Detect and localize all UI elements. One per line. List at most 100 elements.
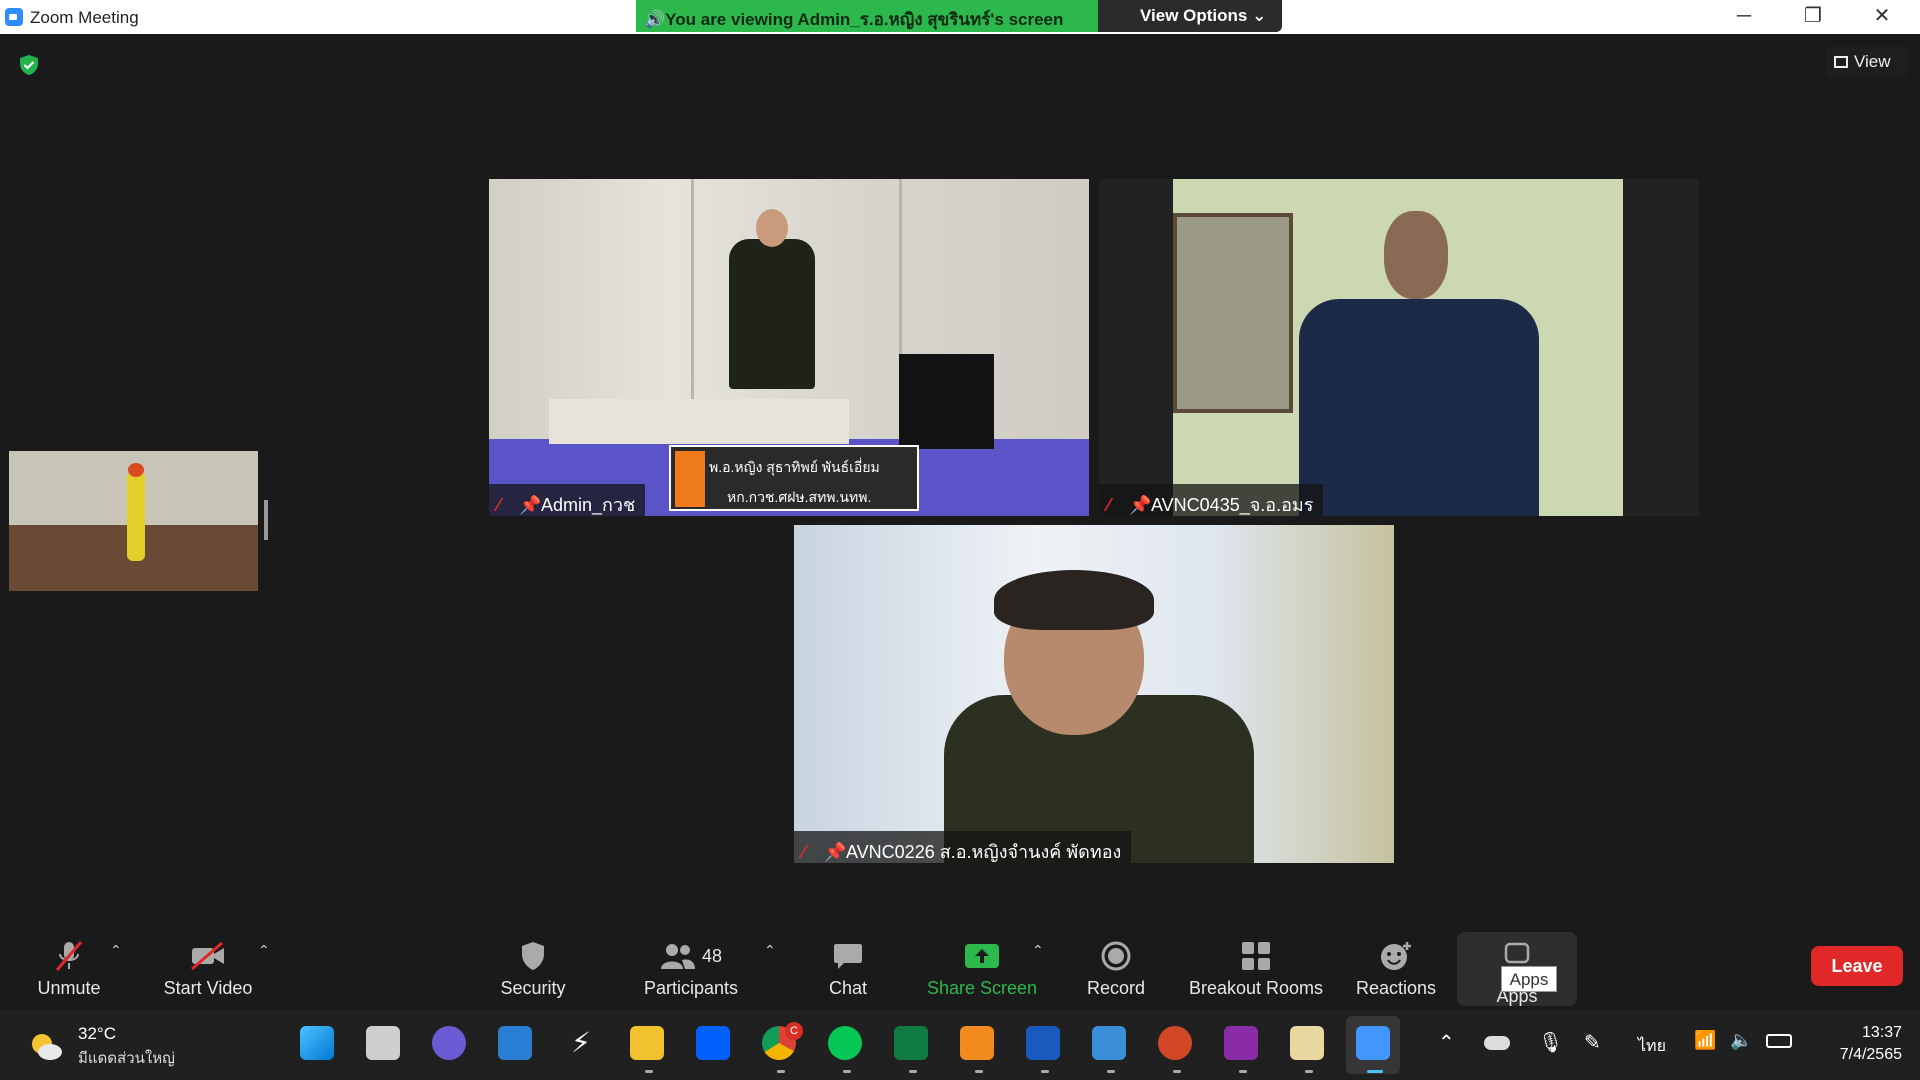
leave-button[interactable]: Leave [1811,946,1903,986]
mail-icon[interactable] [498,1026,532,1060]
windows-taskbar: 32°C มีแดดส่วนใหญ่ ⚡ C ⌃ 🎙 ✎ ไทย 📶 🔈 13:… [0,1010,1920,1080]
chat-bubble-icon [834,944,862,969]
share-screen-button[interactable]: Share Screen [926,936,1038,999]
archive-app-icon[interactable] [1290,1026,1324,1060]
start-video-button[interactable]: Start Video [158,936,258,999]
file-explorer-icon[interactable] [630,1026,664,1060]
apps-tooltip: Apps [1501,966,1557,992]
apps-icon [1504,942,1530,964]
security-button[interactable]: Security [498,936,568,999]
task-view-icon[interactable] [366,1026,400,1060]
video-off-icon [191,941,224,971]
grid-icon [1834,56,1848,68]
excel-icon[interactable] [894,1026,928,1060]
video-tile-admin[interactable]: พ.อ.หญิง สุธาทิพย์ พันธ์เอี่ยม หก.กวช.ศฝ… [489,179,1089,516]
office-chair [899,354,994,449]
person-figure [1299,299,1539,516]
dropbox-icon[interactable] [696,1026,730,1060]
participants-icon [660,944,695,969]
audio-options-caret[interactable]: ⌃ [110,942,122,959]
video-tile-avnc0435[interactable]: ⁄ 📌AVNC0435_จ.อ.อมร [1099,179,1699,516]
view-layout-button[interactable]: View [1826,46,1908,78]
video-tile-avnc0226[interactable]: ⁄ 📌AVNC0226 ส.อ.หญิงจำนงค์ พัดทอง [794,525,1394,863]
record-button[interactable]: Record [1082,936,1150,999]
viewing-screen-label: 🔊You are viewing Admin_ร.อ.หญิง สุขรินทร… [636,0,1098,32]
participant-name: AVNC0435_จ.อ.อมร [1151,495,1314,515]
mic-muted-icon: ⁄ [497,495,501,515]
reactions-button[interactable]: Reactions [1354,936,1438,999]
word-icon[interactable] [1026,1026,1060,1060]
unmute-button[interactable]: Unmute [28,936,110,999]
participants-options-caret[interactable]: ⌃ [764,942,776,959]
line-app-icon[interactable] [828,1026,862,1060]
apps-button[interactable]: Apps Apps [1457,932,1577,1006]
media-player-icon[interactable] [960,1026,994,1060]
teams-chat-icon[interactable] [432,1026,466,1060]
security-shield-icon [522,942,544,970]
chat-button[interactable]: Chat [818,936,878,999]
participant-name: AVNC0226 ส.อ.หญิงจำนงค์ พัดทอง [846,842,1122,862]
windows-start-icon[interactable] [300,1026,334,1060]
speaker-icon[interactable]: 🔈 [1730,1030,1752,1051]
participants-label: Participants [643,978,739,998]
restore-button[interactable]: ❐ [1779,0,1847,34]
mic-muted-icon: ⁄ [802,842,806,862]
active-app-highlight [1346,1016,1400,1074]
share-screen-icon [965,944,999,968]
pen-tray-icon[interactable]: ✎ [1584,1030,1601,1055]
powerpoint-icon[interactable] [1158,1026,1192,1060]
minimize-button[interactable]: ─ [1710,0,1778,34]
chat-label: Chat [828,978,868,998]
zoom-app-icon [5,8,23,26]
clock-date[interactable]: 7/4/2565 [1814,1046,1902,1064]
lower-third-caption: พ.อ.หญิง สุธาทิพย์ พันธ์เอี่ยม หก.กวช.ศฝ… [669,445,919,511]
caption-line-1: พ.อ.หญิง สุธาทิพย์ พันธ์เอี่ยม [709,459,880,475]
view-label: View [1854,52,1891,71]
start-video-label: Start Video [163,978,253,998]
wifi-icon[interactable]: 📶 [1694,1030,1716,1051]
weather-temperature[interactable]: 32°C [78,1024,116,1044]
chrome-profile-badge: C [785,1022,803,1040]
screen-share-banner: 🔊You are viewing Admin_ร.อ.หญิง สุขรินทร… [636,0,1282,32]
participants-button[interactable]: 48 Participants [640,936,742,999]
breakout-rooms-label: Breakout Rooms [1188,978,1324,998]
reactions-label: Reactions [1355,978,1437,998]
filmstrip-resize-handle[interactable] [264,500,268,540]
pdf-app-icon[interactable] [1224,1026,1258,1060]
battery-icon[interactable] [1766,1034,1792,1048]
lightning-app-icon[interactable]: ⚡ [564,1026,598,1060]
participants-count: 48 [701,945,723,966]
window-title: Zoom Meeting [30,8,139,27]
participant-name: Admin_กวช [541,495,636,515]
clock-time[interactable]: 13:37 [1814,1024,1902,1042]
close-button[interactable]: ✕ [1848,0,1916,34]
presenter-figure [729,239,815,389]
participant-name-bar: ⁄ 📌Admin_กวช [489,484,646,516]
share-options-caret[interactable]: ⌃ [1032,942,1044,959]
language-indicator[interactable]: ไทย [1638,1034,1666,1059]
weather-description[interactable]: มีแดดส่วนใหญ่ [78,1046,175,1070]
breakout-rooms-icon [1242,942,1270,970]
encryption-shield-icon[interactable] [18,54,40,76]
weather-sun-cloud-icon[interactable] [28,1030,64,1062]
breakout-rooms-button[interactable]: Breakout Rooms [1186,936,1326,999]
participant-name-bar: ⁄ 📌AVNC0226 ส.อ.หญิงจำนงค์ พัดทอง [794,831,1132,863]
reactions-smiley-icon [1381,942,1411,970]
share-screen-label: Share Screen [926,978,1038,998]
security-label: Security [500,978,566,998]
meeting-toolbar: Unmute ⌃ Start Video ⌃ Security 48 Parti… [0,922,1920,1010]
pin-icon: 📌 [824,842,847,862]
photos-icon[interactable] [1092,1026,1126,1060]
view-options-button[interactable]: View Options ⌄ [1098,0,1282,32]
unmute-label: Unmute [37,978,101,998]
tray-overflow-chevron-icon[interactable]: ⌃ [1438,1030,1455,1055]
onedrive-cloud-icon[interactable] [1484,1036,1510,1050]
person-figure [127,471,145,561]
microphone-tray-icon[interactable]: 🎙 [1538,1030,1563,1055]
record-label: Record [1086,978,1146,998]
pin-icon: 📌 [519,495,542,515]
mic-muted-icon: ⁄ [1107,495,1111,515]
self-view-tile[interactable] [9,451,258,591]
participant-name-bar: ⁄ 📌AVNC0435_จ.อ.อมร [1099,484,1324,516]
video-options-caret[interactable]: ⌃ [258,942,270,959]
